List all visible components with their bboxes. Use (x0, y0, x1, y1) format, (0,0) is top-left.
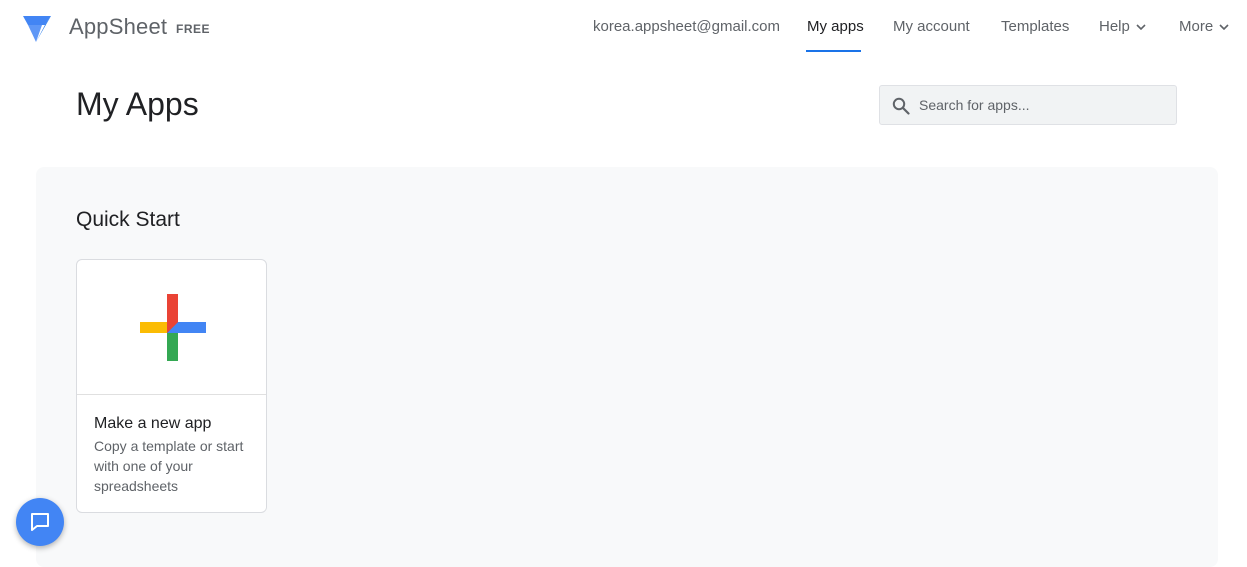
search-box[interactable] (879, 85, 1177, 125)
search-icon (892, 97, 910, 115)
page-title: My Apps (76, 86, 199, 122)
section-title: Quick Start (76, 208, 180, 231)
card-image (77, 260, 266, 395)
search-input[interactable] (919, 86, 1169, 124)
chevron-down-icon (1219, 24, 1229, 31)
nav-more-label: More (1179, 18, 1214, 35)
card-description: Copy a template or start with one of you… (94, 438, 244, 494)
nav-my-apps[interactable]: My apps (807, 18, 864, 35)
active-tab-indicator (806, 50, 861, 52)
account-email[interactable]: korea.appsheet@gmail.com (593, 18, 780, 35)
nav-help[interactable]: Help (1099, 18, 1146, 35)
brand-name[interactable]: AppSheet (69, 14, 167, 40)
top-nav: AppSheet FREE korea.appsheet@gmail.com M… (0, 0, 1247, 56)
make-new-app-card[interactable]: Make a new app Copy a template or start … (76, 259, 267, 513)
nav-help-label: Help (1099, 18, 1130, 35)
plus-icon (140, 294, 206, 361)
nav-templates[interactable]: Templates (1001, 18, 1069, 35)
nav-my-account[interactable]: My account (893, 18, 970, 35)
chevron-down-icon (1136, 24, 1146, 31)
plan-badge: FREE (176, 22, 211, 36)
appsheet-logo-icon[interactable] (22, 14, 54, 44)
nav-more[interactable]: More (1179, 18, 1229, 35)
chat-button[interactable] (16, 498, 64, 546)
card-title: Make a new app (94, 415, 212, 432)
chat-icon (31, 513, 49, 531)
